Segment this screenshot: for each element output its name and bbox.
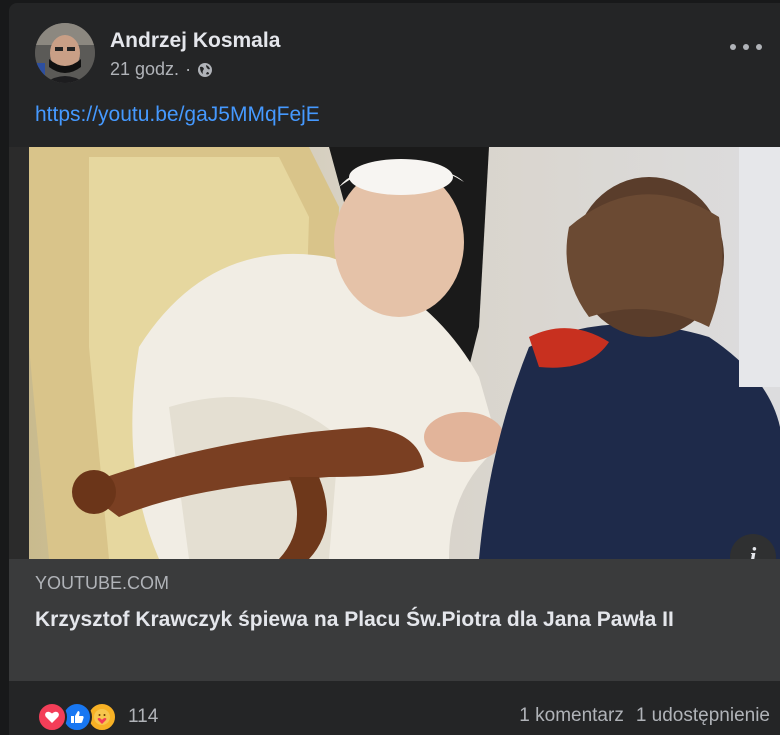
shares-count[interactable]: 1 udostępnienie <box>636 705 770 727</box>
comments-count[interactable]: 1 komentarz <box>519 705 624 727</box>
video-thumbnail[interactable] <box>9 147 780 559</box>
more-dot <box>730 44 736 50</box>
reactions-summary[interactable]: 114 <box>37 702 158 732</box>
post-card: Andrzej Kosmala 21 godz. · https://youtu… <box>9 3 780 735</box>
more-dot <box>743 44 749 50</box>
meta-separator: · <box>185 59 192 79</box>
author-avatar[interactable] <box>35 23 95 83</box>
link-preview[interactable]: YOUTUBE.COM Krzysztof Krawczyk śpiewa na… <box>9 559 780 681</box>
more-dot <box>756 44 762 50</box>
post-timestamp[interactable]: 21 godz. <box>110 59 179 80</box>
love-icon <box>37 702 67 732</box>
avatar-image <box>35 23 95 83</box>
post-meta: 21 godz. · <box>110 59 213 80</box>
more-options-icon[interactable] <box>730 39 762 55</box>
thumbnail-image <box>9 147 780 559</box>
post-link[interactable]: https://youtu.be/gaJ5MMqFejE <box>35 103 320 127</box>
link-title[interactable]: Krzysztof Krawczyk śpiewa na Placu Św.Pi… <box>35 605 725 635</box>
link-domain: YOUTUBE.COM <box>35 573 170 593</box>
post-stats: 1 komentarz 1 udostępnienie <box>519 705 770 727</box>
reaction-count: 114 <box>128 706 159 727</box>
globe-icon[interactable] <box>197 62 213 78</box>
author-name[interactable]: Andrzej Kosmala <box>110 29 280 53</box>
